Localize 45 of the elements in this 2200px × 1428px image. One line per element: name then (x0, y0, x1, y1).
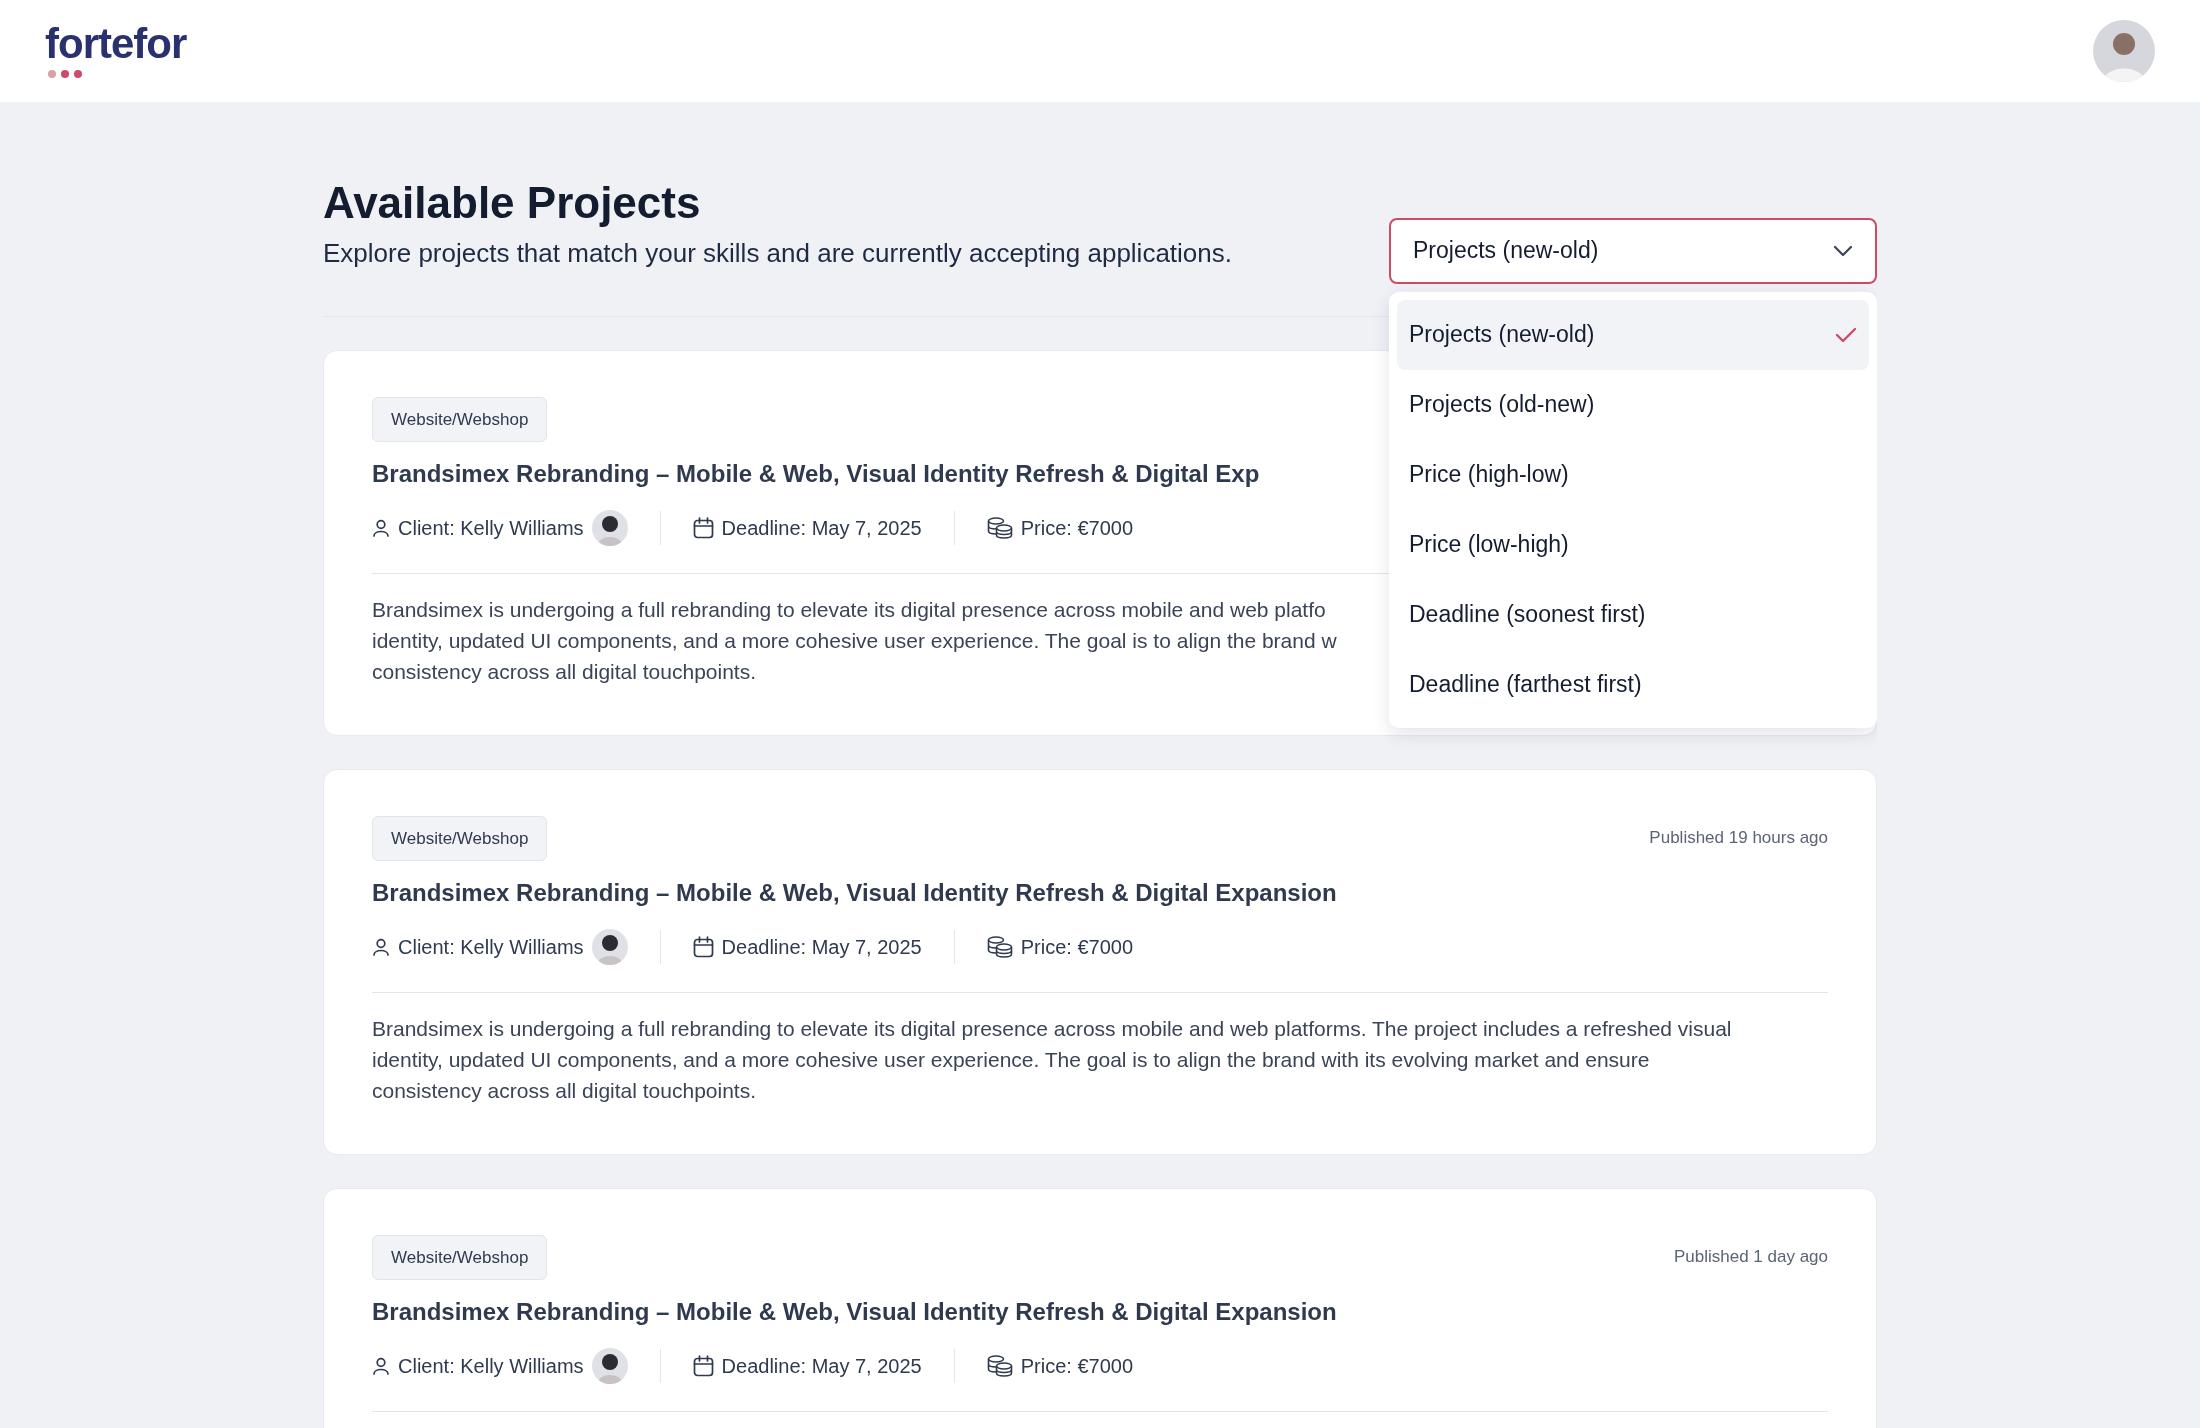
project-title[interactable]: Brandsimex Rebranding – Mobile & Web, Visual Identity Refresh & Digital Expansion (372, 1294, 1828, 1329)
deadline-text: Deadline: May 7, 2025 (721, 934, 922, 960)
coins-icon (986, 516, 1013, 539)
calendar-icon (692, 516, 714, 539)
coins-icon (986, 1354, 1013, 1377)
logo-dots-icon (47, 68, 83, 79)
client-avatar (591, 1347, 628, 1384)
category-tag: Website/Webshop (372, 815, 548, 861)
page-subtitle: Explore projects that match your skills and are currently accepting applications. (323, 236, 1232, 270)
client-name: Client: Kelly Williams (398, 1353, 584, 1379)
project-card[interactable] (323, 768, 1877, 1155)
client-avatar (591, 928, 628, 965)
project-card[interactable]: Website/Webshop Published 1 day ago Brandsimex Rebranding – Mobile & Web, Visual Identity Refresh & Digital Expansion Client: Kelly Williams Deadline: May 7, 2025 Price: €7000 (323, 1187, 1877, 1428)
sort-dropdown[interactable]: Projects (new-old) (1389, 217, 1877, 284)
calendar-icon (692, 935, 714, 958)
person-icon (372, 518, 390, 537)
client-name: Client: Kelly Williams (398, 934, 584, 960)
sort-option[interactable]: Deadline (farthest first) (1397, 649, 1869, 720)
sort-option[interactable]: Price (high-low) (1397, 439, 1869, 510)
person-icon (372, 1356, 390, 1375)
published-time: Published 1 day ago (1673, 1246, 1828, 1269)
coins-icon (986, 935, 1013, 958)
client-avatar (591, 509, 628, 546)
price-text: Price: €7000 (1020, 1353, 1134, 1379)
client-name: Client: Kelly Williams (398, 515, 584, 541)
price-text: Price: €7000 (1020, 515, 1134, 541)
deadline-text: Deadline: May 7, 2025 (721, 1353, 922, 1379)
chevron-down-icon (1833, 244, 1853, 257)
logo-text[interactable]: fortefor (45, 22, 187, 65)
project-title[interactable]: Brandsimex Rebranding – Mobile & Web, Visual Identity Refresh & Digital Expansion (372, 875, 1828, 910)
sort-option[interactable]: Price (low-high) (1397, 509, 1869, 580)
calendar-icon (692, 1354, 714, 1377)
price-text: Price: €7000 (1020, 934, 1134, 960)
sort-option[interactable]: Projects (new-old) (1397, 299, 1869, 370)
person-icon (372, 937, 390, 956)
published-time: Published 19 hours ago (1649, 827, 1828, 850)
check-icon (1835, 326, 1857, 343)
category-tag: Website/Webshop (372, 1234, 548, 1280)
project-description: Brandsimex is undergoing a full rebranding to elevate its digital presence across mobile and web platforms. The project includes a refreshed visual identity, updated UI components, and a more cohesive user experience. The goal is to align the brand with its evolving market and ensure consistency across all digital touchpoints. (372, 1015, 1732, 1104)
category-tag: Website/Webshop (372, 396, 548, 442)
sort-option[interactable]: Deadline (soonest first) (1397, 579, 1869, 650)
sort-option[interactable]: Projects (old-new) (1397, 369, 1869, 440)
page-title: Available Projects (323, 176, 702, 229)
deadline-text: Deadline: May 7, 2025 (721, 515, 922, 541)
project-description: Brandsimex is undergoing a full rebranding to elevate its digital presence across mobile and web platfo identity, updated UI components, and a more cohesive user experience. The goal is to align the brand w consistency across all digital touchpoints. (372, 596, 1337, 685)
